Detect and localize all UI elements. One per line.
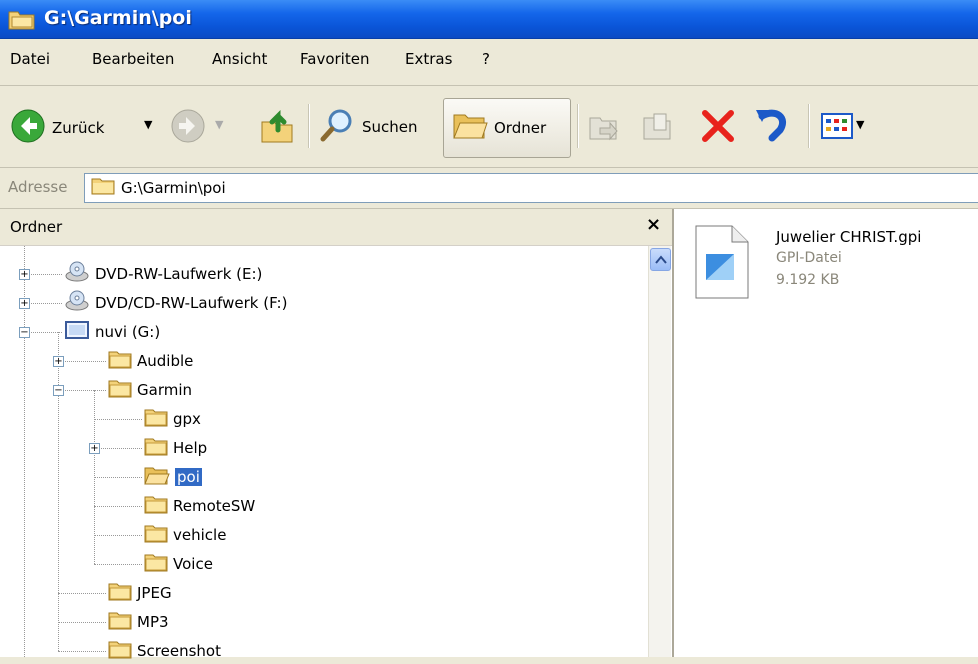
menu-help[interactable]: ? <box>482 50 490 68</box>
menu-datei[interactable]: Datei <box>10 50 50 68</box>
address-field[interactable]: G:\Garmin\poi <box>84 173 978 203</box>
folder-icon <box>91 177 115 199</box>
folder-icon <box>144 436 168 460</box>
tree-item-label: Voice <box>173 555 213 573</box>
folder-window-icon <box>8 8 36 34</box>
tree-item[interactable]: poi <box>144 464 202 490</box>
back-arrow-icon <box>10 108 46 148</box>
move-to-icon[interactable] <box>586 108 622 148</box>
folders-label: Ordner <box>494 119 547 137</box>
tree-item[interactable]: DVD-RW-Laufwerk (E:) <box>64 261 262 287</box>
title-bar: G:\Garmin\poi <box>0 0 978 39</box>
toolbar: Zurück ▼ ▼ Suchen Ordner ▼ <box>0 86 978 168</box>
address-label: Adresse <box>8 178 68 196</box>
tree-item-label: RemoteSW <box>173 497 256 515</box>
tree-item-label: vehicle <box>173 526 227 544</box>
tree-item[interactable]: Audible <box>108 348 193 374</box>
tree-item-label: JPEG <box>137 584 172 602</box>
close-icon[interactable]: × <box>646 214 661 235</box>
tree-item[interactable]: Garmin <box>108 377 192 403</box>
folder-icon <box>144 523 168 547</box>
file-name[interactable]: Juwelier CHRIST.gpi <box>776 228 921 246</box>
address-bar: Adresse G:\Garmin\poi <box>0 168 978 209</box>
menu-extras[interactable]: Extras <box>405 50 452 68</box>
search-icon <box>318 106 356 148</box>
tree-item-label: Screenshot <box>137 642 221 660</box>
expand-icon[interactable]: + <box>19 269 30 280</box>
tree-item-label: gpx <box>173 410 201 428</box>
file-type: GPI-Datei <box>776 250 842 266</box>
menu-bearbeiten[interactable]: Bearbeiten <box>92 50 174 68</box>
cd-drive-icon <box>64 290 90 316</box>
tree-item[interactable]: Voice <box>144 551 213 577</box>
folder-icon <box>144 552 168 576</box>
dvd-drive-icon <box>64 261 90 287</box>
folder-icon <box>108 639 132 663</box>
menu-favoriten[interactable]: Favoriten <box>300 50 369 68</box>
tree-item[interactable]: vehicle <box>144 522 226 548</box>
folders-pane-header: Ordner × <box>0 209 672 246</box>
tree-item[interactable]: DVD/CD-RW-Laufwerk (F:) <box>64 290 287 316</box>
expand-icon[interactable]: + <box>53 356 64 367</box>
window-title: G:\Garmin\poi <box>44 7 192 29</box>
tree-item-label: nuvi (G:) <box>95 323 161 341</box>
scroll-up-icon[interactable] <box>650 248 671 271</box>
folder-icon <box>108 349 132 373</box>
search-label: Suchen <box>362 118 418 136</box>
tree-item-label: DVD/CD-RW-Laufwerk (F:) <box>95 294 288 312</box>
tree-item[interactable]: nuvi (G:) <box>64 319 160 345</box>
menu-bar: Datei Bearbeiten Ansicht Favoriten Extra… <box>0 39 978 86</box>
forward-arrow-icon[interactable] <box>170 108 206 148</box>
back-label: Zurück <box>52 119 105 137</box>
search-button[interactable]: Suchen <box>318 106 418 148</box>
forward-dropdown-icon[interactable]: ▼ <box>215 118 223 131</box>
delete-icon[interactable] <box>700 108 736 148</box>
tree-item-label: MP3 <box>137 613 169 631</box>
folders-pane-title: Ordner <box>10 218 63 236</box>
copy-to-icon[interactable] <box>640 108 676 148</box>
tree-item[interactable]: RemoteSW <box>144 493 255 519</box>
tree-item-label: poi <box>175 468 202 486</box>
undo-icon[interactable] <box>752 106 792 148</box>
folder-icon <box>108 581 132 605</box>
expand-icon[interactable]: + <box>19 298 30 309</box>
tree-item-label: Garmin <box>137 381 193 399</box>
collapse-icon[interactable]: − <box>53 385 64 396</box>
tree-item[interactable]: gpx <box>144 406 201 432</box>
expand-icon[interactable]: + <box>89 443 100 454</box>
folder-icon <box>108 610 132 634</box>
tree-item[interactable]: MP3 <box>108 609 169 635</box>
folder-icon <box>108 378 132 402</box>
tree-item-label: Help <box>173 439 208 457</box>
address-value: G:\Garmin\poi <box>121 179 226 197</box>
gpi-file-icon[interactable] <box>692 222 752 306</box>
folders-pane: Ordner × DVD-RW-Laufwerk (E:) + DVD/CD-RW-… <box>0 209 674 660</box>
tree-item[interactable]: Screenshot <box>108 638 221 664</box>
open-folder-icon <box>144 465 170 489</box>
folders-button[interactable]: Ordner <box>443 98 571 158</box>
menu-ansicht[interactable]: Ansicht <box>212 50 267 68</box>
file-size: 9.192 KB <box>776 272 840 288</box>
tree-item-label: DVD-RW-Laufwerk (E:) <box>95 265 263 283</box>
folder-icon <box>144 494 168 518</box>
scrollbar[interactable] <box>648 246 671 657</box>
views-dropdown-icon[interactable]: ▼ <box>856 118 864 131</box>
tree-item[interactable]: JPEG <box>108 580 172 606</box>
open-folder-icon <box>452 109 488 147</box>
removable-drive-icon <box>64 319 90 345</box>
collapse-icon[interactable]: − <box>19 327 30 338</box>
views-icon[interactable] <box>820 110 854 146</box>
tree-item-label: Audible <box>137 352 194 370</box>
folder-up-icon[interactable] <box>258 106 296 150</box>
tree-item[interactable]: Help <box>144 435 207 461</box>
back-button[interactable]: Zurück <box>10 108 104 148</box>
folder-icon <box>144 407 168 431</box>
back-dropdown-icon[interactable]: ▼ <box>144 118 152 131</box>
